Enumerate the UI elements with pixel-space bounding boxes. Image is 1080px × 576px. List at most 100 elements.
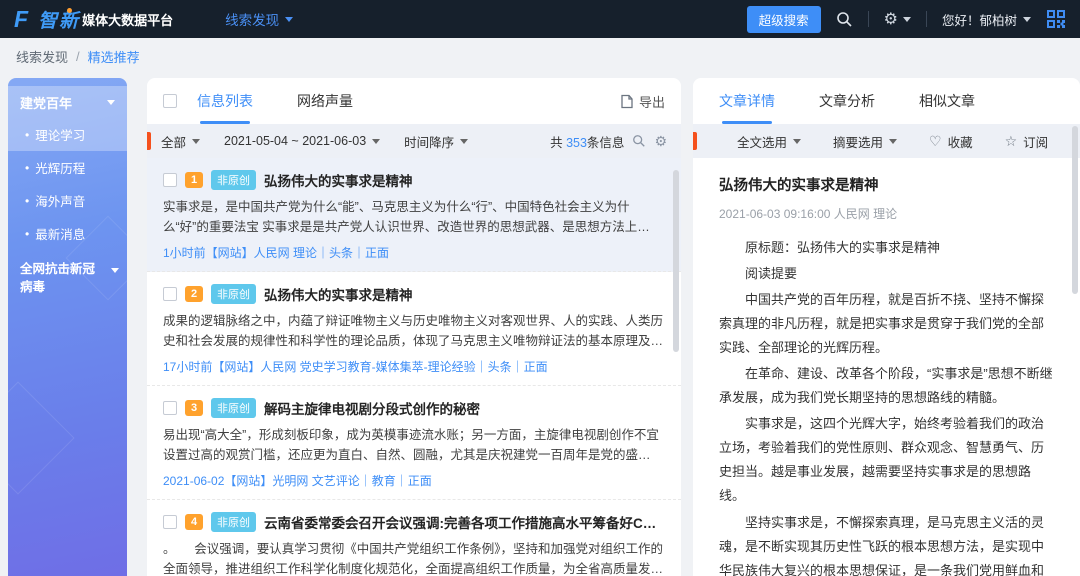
nav-clue-discovery[interactable]: 线索发现 bbox=[225, 9, 293, 29]
item-head: 2 非原创 弘扬伟大的实事求是精神 bbox=[163, 284, 665, 304]
article-title: 弘扬伟大的实事求是精神 bbox=[719, 174, 1054, 195]
sidebar-group-label: 建党百年 bbox=[20, 93, 72, 112]
super-search-button[interactable]: 超级搜索 bbox=[747, 6, 821, 33]
item-meta[interactable]: 17小时前【网站】人民网 党史学习教育-媒体集萃-理论经验｜头条｜正面 bbox=[163, 358, 665, 375]
article-detail-panel: 文章详情 文章分析 相似文章 全文选用 摘要选用 ♡ 收藏 ☆ 订阅 bbox=[693, 78, 1080, 576]
item-checkbox[interactable] bbox=[163, 287, 177, 301]
origin-badge: 非原创 bbox=[211, 284, 256, 304]
export-icon bbox=[620, 94, 634, 109]
tab-article-analysis[interactable]: 文章分析 bbox=[819, 78, 875, 124]
sidebar-item-overseas-voice[interactable]: • 海外声音 bbox=[8, 184, 127, 217]
list-item[interactable]: 1 非原创 弘扬伟大的实事求是精神 实事求是，是中国共产党为什么“能”、马克思主… bbox=[147, 158, 681, 272]
export-button[interactable]: 导出 bbox=[620, 92, 665, 111]
item-checkbox[interactable] bbox=[163, 401, 177, 415]
accent-bar bbox=[147, 132, 151, 150]
item-head: 1 非原创 弘扬伟大的实事求是精神 bbox=[163, 170, 665, 190]
scope-filter-label: 全部 bbox=[161, 132, 186, 151]
result-count: 共 353条信息 ⚙ bbox=[550, 132, 667, 151]
sidebar-item-label: 理论学习 bbox=[35, 125, 85, 144]
sidebar-group-label: 全网抗击新冠病毒 bbox=[20, 260, 98, 296]
brand-name: 智新 bbox=[38, 6, 80, 33]
item-head: 3 非原创 解码主旋律电视剧分段式创作的秘密 bbox=[163, 398, 665, 418]
sidebar-group-covid-fight[interactable]: 全网抗击新冠病毒 bbox=[8, 250, 127, 296]
item-snippet: 实事求是，是中国共产党为什么“能”、马克思主义为什么“行”、中国特色社会主义为什… bbox=[163, 197, 665, 237]
origin-badge: 非原创 bbox=[211, 512, 256, 532]
subscribe-button[interactable]: ☆ 订阅 bbox=[1005, 132, 1049, 151]
sidebar-item-glorious-course[interactable]: • 光辉历程 bbox=[8, 151, 127, 184]
chevron-down-icon bbox=[372, 139, 380, 144]
chevron-down-icon bbox=[460, 139, 468, 144]
article-paragraph: 在革命、建设、改革各个阶段，“实事求是”思想不断继承发展，成为我们党长期坚持的思… bbox=[719, 362, 1054, 410]
divider bbox=[868, 11, 869, 27]
tab-similar-articles[interactable]: 相似文章 bbox=[919, 78, 975, 124]
item-checkbox[interactable] bbox=[163, 515, 177, 529]
bullet-icon: • bbox=[25, 227, 29, 241]
detail-panel-tabs: 文章详情 文章分析 相似文章 bbox=[693, 78, 1080, 124]
item-meta[interactable]: 1小时前【网站】人民网 理论｜头条｜正面 bbox=[163, 244, 665, 261]
favorite-button[interactable]: ♡ 收藏 bbox=[929, 132, 973, 151]
list-search-icon[interactable] bbox=[632, 134, 646, 148]
list-filter-bar: 全部 2021-05-04 ~ 2021-06-03 时间降序 共 353条信息 bbox=[147, 124, 681, 158]
rank-badge: 1 bbox=[185, 172, 203, 188]
article-paragraph: 原标题：弘扬伟大的实事求是精神 bbox=[719, 236, 1054, 260]
qr-code-icon[interactable] bbox=[1046, 9, 1066, 29]
abstract-select-dropdown[interactable]: 摘要选用 bbox=[833, 132, 897, 151]
star-icon: ☆ bbox=[1005, 133, 1018, 150]
nav-clue-discovery-label: 线索发现 bbox=[225, 9, 279, 29]
item-title[interactable]: 弘扬伟大的实事求是精神 bbox=[264, 284, 413, 304]
sidebar-item-latest-news[interactable]: • 最新消息 bbox=[8, 217, 127, 250]
sidebar-item-label: 最新消息 bbox=[35, 224, 85, 243]
platform-title: 媒体大数据平台 bbox=[82, 10, 173, 29]
select-all-checkbox[interactable] bbox=[163, 94, 177, 108]
chevron-down-icon bbox=[107, 100, 115, 105]
tab-info-list[interactable]: 信息列表 bbox=[197, 78, 253, 124]
sidebar-item-label: 光辉历程 bbox=[35, 158, 85, 177]
detail-action-bar: 全文选用 摘要选用 ♡ 收藏 ☆ 订阅 bbox=[693, 124, 1080, 158]
export-label: 导出 bbox=[639, 92, 665, 111]
list-settings-gear-icon[interactable]: ⚙ bbox=[654, 133, 667, 150]
sidebar: 建党百年 • 理论学习 • 光辉历程 • 海外声音 • 最新消息 全网抗击新冠病… bbox=[8, 78, 127, 576]
sort-label: 时间降序 bbox=[404, 132, 454, 151]
bullet-icon: • bbox=[25, 194, 29, 208]
chevron-down-icon bbox=[903, 17, 911, 22]
list-scrollbar[interactable] bbox=[673, 170, 679, 352]
date-range-dropdown[interactable]: 2021-05-04 ~ 2021-06-03 bbox=[224, 134, 380, 148]
breadcrumb: 线索发现 / 精选推荐 bbox=[0, 38, 1080, 75]
count-number: 353 bbox=[566, 136, 587, 150]
rank-badge: 4 bbox=[185, 514, 203, 530]
brand-dot-icon bbox=[67, 8, 72, 13]
breadcrumb-parent: 线索发现 bbox=[16, 47, 68, 66]
tab-network-volume[interactable]: 网络声量 bbox=[297, 78, 353, 124]
accent-bar bbox=[693, 132, 697, 150]
detail-scrollbar[interactable] bbox=[1072, 126, 1078, 294]
user-menu[interactable]: 您好！郁柏树 bbox=[942, 10, 1031, 29]
item-meta[interactable]: 2021-06-02【网站】光明网 文艺评论｜教育｜正面 bbox=[163, 472, 665, 489]
article-paragraph: 实事求是，这四个光辉大字，始终考验着我们的政治立场，考验着我们的党性原则、群众观… bbox=[719, 412, 1054, 508]
article-paragraph: 中国共产党的百年历程，就是百折不挠、坚持不懈探索真理的非凡历程，就是把实事求是贯… bbox=[719, 288, 1054, 360]
origin-badge: 非原创 bbox=[211, 398, 256, 418]
heart-icon: ♡ bbox=[929, 133, 942, 150]
scope-filter-dropdown[interactable]: 全部 bbox=[161, 132, 200, 151]
list-item[interactable]: 2 非原创 弘扬伟大的实事求是精神 成果的逻辑脉络之中，内蕴了辩证唯物主义与历史… bbox=[147, 272, 681, 386]
search-icon[interactable] bbox=[836, 11, 853, 28]
chevron-down-icon bbox=[1023, 17, 1031, 22]
chevron-down-icon bbox=[285, 17, 293, 22]
list-item[interactable]: 4 非原创 云南省委常委会召开会议强调:完善各项工作措施高水平筹备好COP15 … bbox=[147, 500, 681, 576]
item-title[interactable]: 解码主旋律电视剧分段式创作的秘密 bbox=[264, 398, 480, 418]
sidebar-item-theory-study[interactable]: • 理论学习 bbox=[8, 118, 127, 151]
info-list: 1 非原创 弘扬伟大的实事求是精神 实事求是，是中国共产党为什么“能”、马克思主… bbox=[147, 158, 681, 576]
count-suffix: 条信息 bbox=[587, 136, 625, 150]
item-snippet: 成果的逻辑脉络之中，内蕴了辩证唯物主义与历史唯物主义对客观世界、人的实践、人类历… bbox=[163, 311, 665, 351]
sort-dropdown[interactable]: 时间降序 bbox=[404, 132, 468, 151]
article-content: 弘扬伟大的实事求是精神 2021-06-03 09:16:00 人民网 理论 原… bbox=[693, 158, 1080, 576]
sidebar-group-party-century[interactable]: 建党百年 bbox=[8, 86, 127, 118]
item-checkbox[interactable] bbox=[163, 173, 177, 187]
breadcrumb-current[interactable]: 精选推荐 bbox=[88, 47, 140, 66]
fulltext-select-dropdown[interactable]: 全文选用 bbox=[737, 132, 801, 151]
tab-article-detail[interactable]: 文章详情 bbox=[719, 78, 775, 124]
article-meta: 2021-06-03 09:16:00 人民网 理论 bbox=[719, 205, 1054, 222]
item-title[interactable]: 弘扬伟大的实事求是精神 bbox=[264, 170, 413, 190]
settings-gear-icon[interactable]: ⚙ bbox=[884, 9, 911, 29]
list-item[interactable]: 3 非原创 解码主旋律电视剧分段式创作的秘密 易出现“高大全”，形成刻板印象，成… bbox=[147, 386, 681, 500]
item-title[interactable]: 云南省委常委会召开会议强调:完善各项工作措施高水平筹备好COP15 bbox=[264, 512, 665, 532]
